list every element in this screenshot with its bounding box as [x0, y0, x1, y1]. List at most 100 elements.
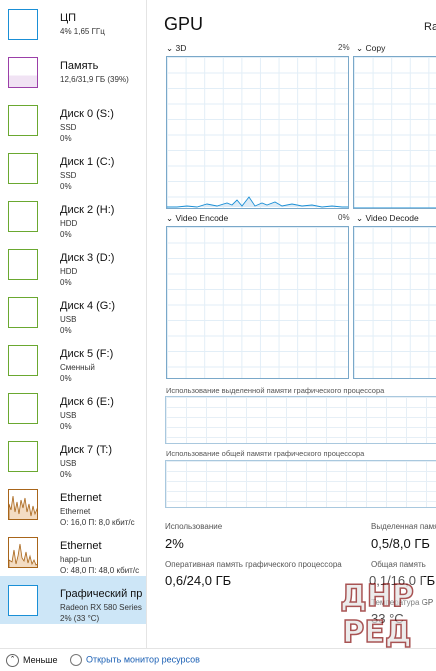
engine-label-video-encode[interactable]: ⌄ Video Encode [166, 213, 228, 224]
disk-thumbnail [8, 297, 38, 328]
resource-sidebar: ЦП 4% 1,65 ГГц Память 12,6/31,9 ГБ (39%)… [0, 0, 147, 648]
engine-video-decode-graph [353, 226, 436, 379]
sidebar-item-adapter: happ-tun [60, 555, 92, 564]
ethernet-thumbnail [8, 537, 38, 568]
sidebar-item-usage: 0% [60, 326, 72, 335]
engine-video-encode-label: Video Encode [175, 213, 229, 223]
sidebar-item-type: SSD [60, 171, 77, 180]
engine-label-video-decode[interactable]: ⌄ Video Decode [356, 213, 419, 224]
sidebar-item-usage: 0% [60, 422, 72, 431]
engine-copy-graph [353, 56, 436, 209]
sidebar-item-disk-4[interactable]: Диск 4 (G:) USB 0% [0, 288, 146, 336]
sidebar-item-disk-5[interactable]: Диск 5 (F:) Сменный 0% [0, 336, 146, 384]
engine-3d-graph [166, 56, 349, 209]
dedicated-mem-value: 0,5/8,0 ГБ [371, 536, 430, 551]
sidebar-item-ethernet-2[interactable]: Ethernet happ-tun О: 48,0 П: 48,0 кбит/с [0, 528, 146, 576]
gpu-mem-value: 0,6/24,0 ГБ [165, 573, 232, 588]
disk-thumbnail [8, 201, 38, 232]
ethernet-thumbnail [8, 489, 38, 520]
engine-video-decode-label: Video Decode [365, 213, 419, 223]
sidebar-item-name: Диск 1 (C:) [60, 156, 115, 168]
sidebar-item-disk-2[interactable]: Диск 2 (H:) HDD 0% [0, 192, 146, 240]
sidebar-item-disk-0[interactable]: Диск 0 (S:) SSD 0% [0, 96, 146, 144]
sidebar-item-usage: 0% [60, 374, 72, 383]
resource-monitor-icon [70, 654, 82, 666]
watermark-line2: РЕД [342, 615, 411, 650]
sidebar-item-name: Диск 7 (T:) [60, 444, 113, 456]
watermark-logo: ДНР РЕД [330, 572, 424, 650]
engine-video-encode-percent: 0% [338, 213, 350, 222]
sidebar-item-usage: 0% [60, 278, 72, 287]
dedicated-memory-graph [165, 396, 436, 444]
engine-copy-line [354, 207, 436, 208]
sidebar-item-throughput: О: 48,0 П: 48,0 кбит/с [60, 566, 140, 575]
sidebar-item-adapter: Ethernet [60, 507, 91, 516]
sidebar-item-name: Ethernet [60, 492, 102, 504]
sidebar-item-type: SSD [60, 123, 77, 132]
sidebar-item-type: USB [60, 411, 77, 420]
sidebar-item-memory[interactable]: Память 12,6/31,9 ГБ (39%) [0, 48, 146, 96]
sidebar-item-disk-3[interactable]: Диск 3 (D:) HDD 0% [0, 240, 146, 288]
sidebar-item-type: HDD [60, 219, 78, 228]
sidebar-item-usage: 0% [60, 134, 72, 143]
sidebar-item-name: Диск 3 (D:) [60, 252, 115, 264]
engine-video-encode-graph [166, 226, 349, 379]
fewer-details-label: Меньше [23, 654, 58, 665]
engine-3d-percent: 2% [338, 43, 350, 52]
disk-thumbnail [8, 249, 38, 280]
sidebar-item-usage: 2% (33 °C) [60, 614, 100, 623]
disk-thumbnail [8, 393, 38, 424]
engine-3d-label: 3D [175, 43, 187, 53]
gpu-model-name: Ra [424, 21, 436, 33]
sidebar-item-throughput: О: 16,0 П: 8,0 кбит/с [60, 518, 135, 527]
sidebar-item-name: Память [60, 60, 99, 72]
sidebar-item-detail: 4% 1,65 ГГц [60, 27, 105, 36]
engine-copy-label: Copy [365, 43, 386, 53]
sidebar-item-type: Сменный [60, 363, 95, 372]
fewer-details-button[interactable]: ⌃ Меньше [6, 654, 58, 667]
disk-thumbnail [8, 153, 38, 184]
sidebar-item-detail: 12,6/31,9 ГБ (39%) [60, 75, 129, 84]
usage-value: 2% [165, 536, 184, 551]
ethernet-sparkline [9, 543, 37, 567]
ethernet-sparkline [9, 495, 37, 519]
memory-thumbnail [8, 57, 38, 88]
usage-label: Использование [165, 522, 223, 531]
open-resource-monitor-label: Открыть монитор ресурсов [86, 654, 200, 665]
gpu-thumbnail [8, 585, 38, 616]
sidebar-item-type: HDD [60, 267, 78, 276]
footer-bar: ⌃ Меньше Открыть монитор ресурсов [0, 648, 436, 671]
open-resource-monitor-link[interactable]: Открыть монитор ресурсов [70, 654, 200, 666]
sidebar-item-name: Диск 0 (S:) [60, 108, 114, 120]
sidebar-item-type: USB [60, 315, 77, 324]
sidebar-item-usage: 0% [60, 230, 72, 239]
sidebar-item-name: Диск 4 (G:) [60, 300, 116, 312]
shared-memory-label: Использование общей памяти графического … [166, 449, 365, 458]
sidebar-item-disk-1[interactable]: Диск 1 (C:) SSD 0% [0, 144, 146, 192]
engine-3d-line [167, 196, 348, 208]
sidebar-item-name: Диск 5 (F:) [60, 348, 114, 360]
sidebar-item-ethernet-1[interactable]: Ethernet Ethernet О: 16,0 П: 8,0 кбит/с [0, 480, 146, 528]
disk-thumbnail [8, 441, 38, 472]
page-title: GPU [164, 14, 204, 34]
sidebar-item-cpu[interactable]: ЦП 4% 1,65 ГГц [0, 0, 146, 48]
shared-memory-graph [165, 460, 436, 508]
disk-thumbnail [8, 345, 38, 376]
sidebar-item-name: Графический пр [60, 588, 143, 600]
dedicated-memory-label: Использование выделенной памяти графичес… [166, 386, 385, 395]
gpu-mem-label: Оперативная память графического процессо… [165, 560, 342, 569]
sidebar-item-type: USB [60, 459, 77, 468]
sidebar-item-name: Диск 6 (E:) [60, 396, 114, 408]
watermark-line1: ДНР [340, 579, 414, 614]
chevron-up-icon: ⌃ [6, 654, 19, 667]
sidebar-item-model: Radeon RX 580 Series [60, 603, 142, 612]
sidebar-item-name: Ethernet [60, 540, 102, 552]
sidebar-item-name: Диск 2 (H:) [60, 204, 115, 216]
sidebar-item-disk-6[interactable]: Диск 6 (E:) USB 0% [0, 384, 146, 432]
engine-label-3d[interactable]: ⌄ 3D [166, 43, 186, 54]
sidebar-item-gpu[interactable]: Графический пр Radeon RX 580 Series 2% (… [0, 576, 146, 624]
engine-label-copy[interactable]: ⌄ Copy [356, 43, 385, 54]
sidebar-item-disk-7[interactable]: Диск 7 (T:) USB 0% [0, 432, 146, 480]
sidebar-item-usage: 0% [60, 470, 72, 479]
disk-thumbnail [8, 105, 38, 136]
